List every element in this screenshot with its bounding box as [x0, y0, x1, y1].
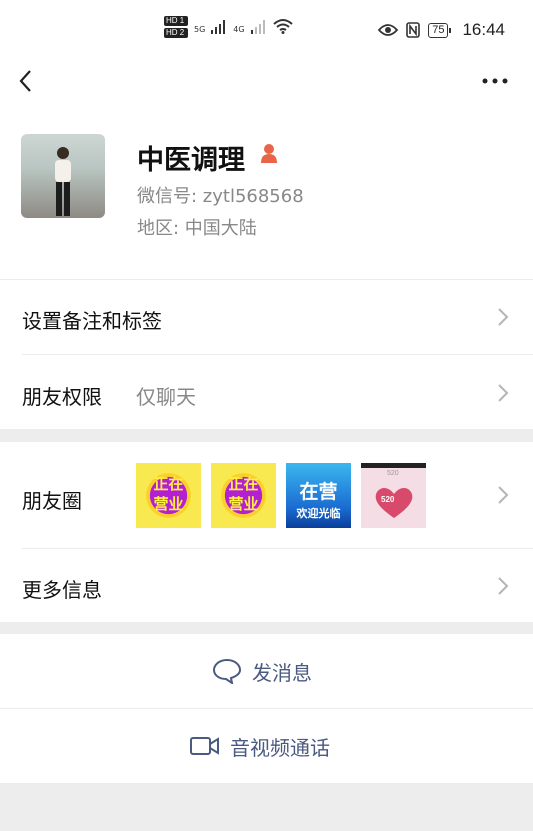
4g-label: 4G — [233, 25, 245, 34]
moment-thumb[interactable]: 520 520 — [361, 463, 426, 528]
clock-time: 16:44 — [462, 20, 505, 39]
row-permission-label: 朋友权限 — [22, 385, 102, 409]
chat-bubble-icon — [212, 658, 242, 684]
region: 地区: 中国大陆 — [137, 218, 257, 239]
chevron-left-icon[interactable] — [16, 70, 38, 92]
row-more-info[interactable]: 更多信息 — [0, 549, 533, 622]
bottom-area — [0, 783, 533, 831]
top-nav — [0, 58, 533, 106]
status-bar: HD 1 HD 2 5G 4G 75 16:44 — [0, 0, 533, 58]
thumb-text-line1: 正在 — [153, 476, 184, 493]
row-more-info-label: 更多信息 — [22, 578, 102, 602]
row-remark-label: 设置备注和标签 — [22, 309, 162, 333]
thumb-mid-text: 520 — [381, 495, 395, 504]
nfc-icon — [406, 22, 421, 38]
thumb-top-text: 520 — [387, 470, 399, 477]
hd2-badge: HD 2 — [164, 28, 188, 38]
video-call-label: 音视频通话 — [230, 735, 330, 760]
contact-name: 中医调理 — [137, 145, 245, 176]
female-icon — [261, 144, 277, 163]
video-call-button[interactable]: 音视频通话 — [0, 709, 533, 783]
wifi-icon — [272, 19, 293, 34]
signal-bars: 5G 4G — [194, 18, 293, 34]
thumb-text-line2: 营业 — [153, 496, 184, 513]
moment-thumb[interactable]: 正在 营业 — [211, 463, 276, 528]
row-permission-value: 仅聊天 — [136, 385, 196, 409]
person-photo — [55, 147, 71, 216]
moment-thumb[interactable]: 在营 欢迎光临 — [286, 463, 351, 528]
avatar[interactable] — [21, 134, 105, 218]
section-gap — [0, 429, 533, 442]
eye-icon — [378, 24, 399, 36]
chevron-right-icon — [498, 308, 509, 326]
send-message-button[interactable]: 发消息 — [0, 634, 533, 708]
more-dots-icon[interactable] — [481, 72, 509, 90]
profile-header: 中医调理 微信号: zytl568568 地区: 中国大陆 — [0, 110, 533, 280]
chevron-right-icon — [498, 384, 509, 402]
signal-4g-icon — [250, 20, 265, 34]
5g-label: 5G — [194, 25, 206, 34]
wechat-id: 微信号: zytl568568 — [137, 186, 304, 207]
battery-level: 75 — [428, 22, 452, 38]
chevron-right-icon — [498, 577, 509, 595]
row-remark-tags[interactable]: 设置备注和标签 — [0, 280, 533, 354]
signal-5g-icon — [211, 20, 226, 34]
row-friend-permission[interactable]: 朋友权限 仅聊天 — [0, 355, 533, 429]
signal-indicators: HD 1 HD 2 — [164, 16, 188, 40]
row-moments-label: 朋友圈 — [22, 489, 82, 513]
thumb-text-line1: 在营 — [299, 482, 338, 503]
send-message-label: 发消息 — [252, 660, 312, 685]
thumb-text-line2: 欢迎光临 — [296, 508, 341, 520]
thumb-text-line1: 正在 — [228, 476, 259, 493]
hd1-badge: HD 1 — [164, 16, 188, 26]
thumb-text-line2: 营业 — [228, 496, 259, 513]
section-gap — [0, 622, 533, 634]
moment-thumb[interactable]: 正在 营业 — [136, 463, 201, 528]
chevron-right-icon — [498, 486, 509, 504]
video-camera-icon — [190, 737, 219, 755]
status-right: 75 16:44 — [378, 20, 505, 40]
